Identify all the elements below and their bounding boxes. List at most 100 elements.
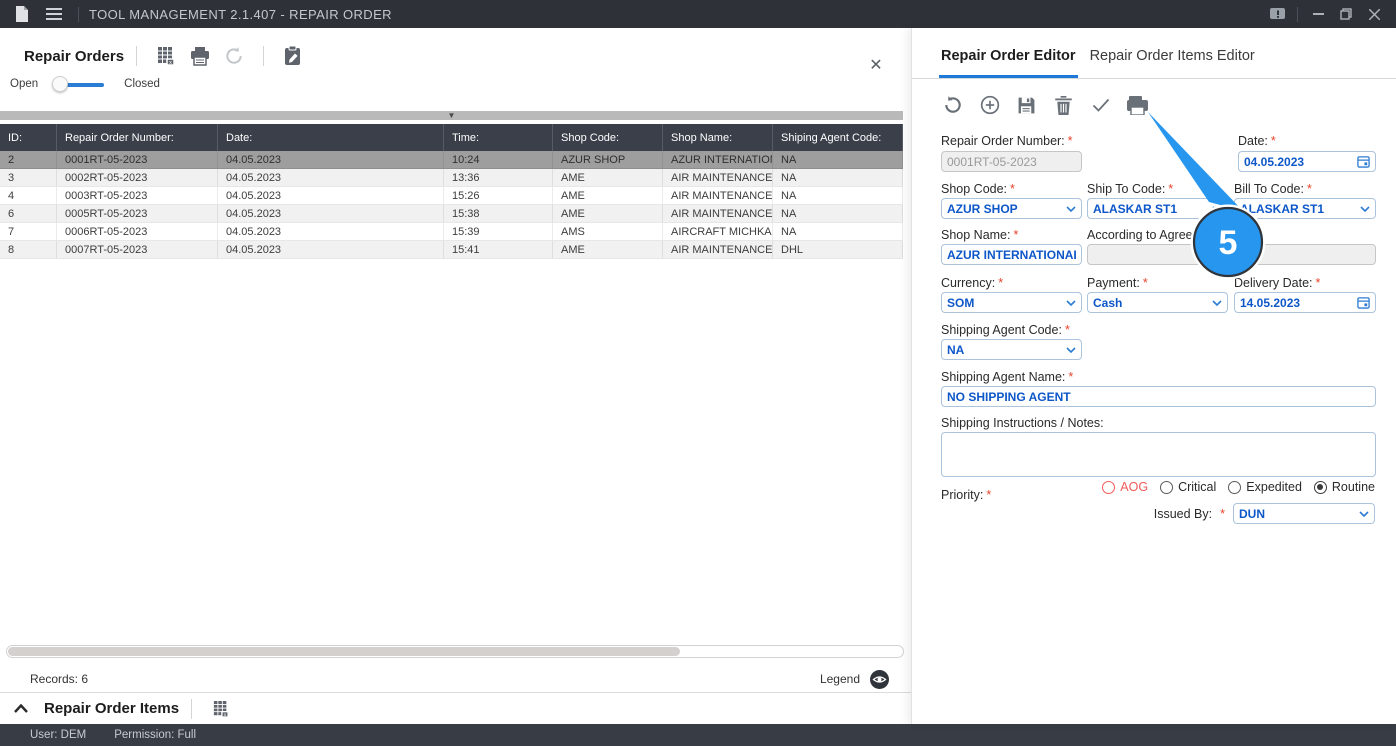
delete-icon[interactable] [1045, 91, 1082, 119]
chevron-down-icon [1360, 205, 1370, 212]
table-cell: AME [553, 241, 663, 258]
hamburger-icon[interactable] [40, 0, 68, 28]
table-cell: AME [553, 169, 663, 186]
close-button[interactable] [1360, 0, 1388, 28]
radio-icon [1160, 480, 1174, 494]
statusbar: User: DEM Permission: Full [0, 724, 1396, 746]
table-cell: 15:39 [444, 223, 553, 240]
export-excel-icon[interactable]: x [204, 694, 238, 724]
section-title: Repair Order Items [44, 700, 180, 717]
tab-repair-order-items-editor[interactable]: Repair Order Items Editor [1090, 48, 1255, 78]
export-excel-icon[interactable]: x [149, 41, 183, 71]
close-panel-icon[interactable]: ✕ [863, 52, 889, 78]
legend-label: Legend [819, 672, 860, 686]
table-cell: 15:38 [444, 205, 553, 222]
chevron-down-icon [1212, 299, 1222, 306]
table-cell: NA [773, 187, 903, 204]
toggle-switch[interactable] [52, 76, 110, 92]
column-header[interactable]: Shiping Agent Code: [773, 124, 903, 151]
required-marker: * [1067, 134, 1073, 148]
column-header[interactable]: ID: [0, 124, 57, 151]
grid-collapse-bar[interactable]: ▼ [0, 111, 903, 120]
restore-button[interactable] [1332, 0, 1360, 28]
priority-radio-expedited[interactable]: Expedited [1228, 480, 1302, 494]
chevron-down-icon [1359, 510, 1369, 517]
horizontal-scrollbar[interactable] [6, 645, 904, 658]
calendar-icon[interactable] [1357, 296, 1370, 309]
radio-label: AOG [1120, 480, 1149, 494]
shipping-agent-code-dropdown[interactable]: NA [941, 339, 1082, 360]
calendar-icon[interactable] [1357, 155, 1370, 168]
records-count: Records: 6 [30, 672, 89, 686]
table-header-row: ID: Repair Order Number: Date: Time: Shop Co… [0, 124, 903, 151]
legend-eye-icon[interactable] [870, 669, 889, 689]
column-header[interactable]: Shop Name: [663, 124, 773, 151]
tab-repair-order-editor[interactable]: Repair Order Editor [939, 48, 1078, 78]
repair-orders-table: ID: Repair Order Number: Date: Time: Shop Co… [0, 124, 903, 259]
feedback-icon[interactable] [1263, 0, 1291, 28]
shipping-agent-name-field[interactable]: NO SHIPPING AGENT [941, 386, 1376, 407]
column-header[interactable]: Repair Order Number: [57, 124, 218, 151]
table-row[interactable]: 4 0003RT-05-2023 04.05.2023 15:26 AME AIR MAI… [0, 187, 903, 205]
shipping-instructions-textarea[interactable] [941, 432, 1376, 477]
field-label: Date: [1238, 134, 1268, 148]
toolbar-separator [136, 46, 138, 66]
delivery-date-field[interactable]: 14.05.2023 [1234, 292, 1376, 313]
print-icon[interactable] [183, 41, 217, 71]
column-header[interactable]: Time: [444, 124, 553, 151]
shop-code-dropdown[interactable]: AZUR SHOP [941, 198, 1082, 219]
radio-label: Routine [1331, 480, 1375, 494]
repair-orders-panel: Repair Orders x ✕ Open Closed ▼ ID: Repa… [0, 28, 911, 724]
table-cell: 04.05.2023 [218, 187, 444, 204]
radio-icon [1313, 480, 1327, 494]
titlebar: TOOL MANAGEMENT 2.1.407 - REPAIR ORDER [0, 0, 1396, 28]
column-header[interactable]: Date: [218, 124, 444, 151]
minimize-button[interactable] [1304, 0, 1332, 28]
table-cell: AMS [553, 223, 663, 240]
table-cell: AIR MAINTENANCE E... [663, 241, 773, 258]
add-icon[interactable] [971, 91, 1008, 119]
print-report-icon[interactable] [1119, 91, 1156, 119]
priority-radio-aog[interactable]: AOG [1102, 480, 1148, 494]
priority-radio-critical[interactable]: Critical [1160, 480, 1216, 494]
table-row[interactable]: 3 0002RT-05-2023 04.05.2023 13:36 AME AIR MAI… [0, 169, 903, 187]
table-cell: NA [773, 151, 903, 168]
priority-radio-routine[interactable]: Routine [1313, 480, 1375, 494]
toolbar-separator [263, 46, 265, 66]
repair-order-items-header: Repair Order Items x [0, 692, 911, 724]
date-field[interactable]: 04.05.2023 [1238, 151, 1376, 172]
bill-to-code-dropdown[interactable]: ALASKAR ST1 [1234, 198, 1376, 219]
toggle-open-label: Open [10, 78, 39, 90]
table-cell: 0003RT-05-2023 [57, 187, 218, 204]
table-cell: 8 [0, 241, 57, 258]
table-row[interactable]: 7 0006RT-05-2023 04.05.2023 15:39 AMS AIRCRAF… [0, 223, 903, 241]
chevron-down-icon [1066, 299, 1076, 306]
save-icon[interactable] [1008, 91, 1045, 119]
table-row[interactable]: 6 0005RT-05-2023 04.05.2023 15:38 AME AIR MAI… [0, 205, 903, 223]
table-cell: AME [553, 187, 663, 204]
scrollbar-thumb[interactable] [8, 647, 680, 656]
table-cell: AIR MAINTENANCE E... [663, 169, 773, 186]
table-row[interactable]: 8 0007RT-05-2023 04.05.2023 15:41 AME AIR MAI… [0, 241, 903, 259]
repair-order-number-field[interactable]: 0001RT-05-2023 [941, 151, 1082, 172]
svg-text:x: x [169, 60, 172, 66]
table-row[interactable]: 2 0001RT-05-2023 04.05.2023 10:24 AZUR SHOP A… [0, 151, 903, 169]
editor-toolbar [934, 91, 1156, 119]
caret-up-icon[interactable] [14, 700, 28, 718]
according-to-agreement-field[interactable] [1087, 244, 1376, 265]
validate-icon[interactable] [1082, 91, 1119, 119]
refresh-icon[interactable] [934, 91, 971, 119]
edit-clipboard-icon[interactable] [276, 41, 310, 71]
table-cell: AME [553, 205, 663, 222]
refresh-icon[interactable] [217, 41, 251, 71]
ship-to-code-dropdown[interactable]: ALASKAR ST1 [1087, 198, 1228, 219]
document-icon [8, 0, 36, 28]
column-header[interactable]: Shop Code: [553, 124, 663, 151]
toolbar-separator [191, 698, 193, 719]
issued-by-dropdown[interactable]: DUN [1233, 503, 1375, 524]
table-cell: 0002RT-05-2023 [57, 169, 218, 186]
currency-dropdown[interactable]: SOM [941, 292, 1082, 313]
shop-name-field[interactable]: AZUR INTERNATIONAL COM [941, 244, 1082, 265]
titlebar-separator [1297, 6, 1298, 22]
payment-dropdown[interactable]: Cash [1087, 292, 1228, 313]
